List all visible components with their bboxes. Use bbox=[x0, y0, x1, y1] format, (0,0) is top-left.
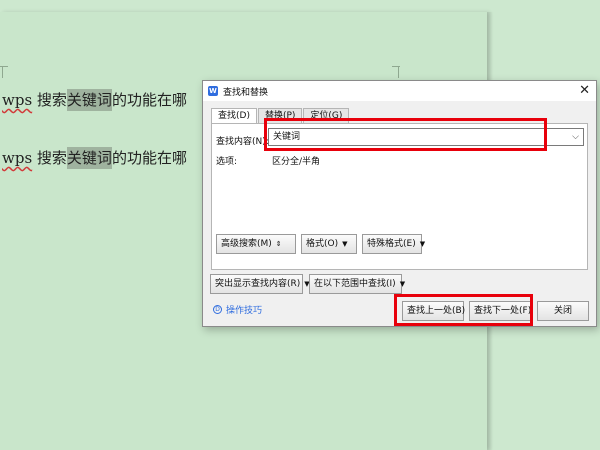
find-next-label: 查找下一处(F) bbox=[474, 306, 532, 316]
wps-logo-icon: W bbox=[208, 86, 218, 96]
tab-replace[interactable]: 替换(P) bbox=[257, 108, 303, 123]
caret-down-icon: ▼ bbox=[419, 240, 426, 248]
latin-word: wps bbox=[2, 149, 33, 167]
caret-down-icon: ▼ bbox=[342, 240, 348, 248]
text-before: 搜索 bbox=[32, 149, 67, 167]
highlighted-keyword: 关键词 bbox=[66, 89, 112, 111]
find-panel: 查找内容(N): 关键词 ⌵ 选项: 区分全/半角 高级搜索(M) ⇕ 格式(O)… bbox=[211, 123, 588, 270]
dialog-tabs: 查找(D) 替换(P) 定位(G) bbox=[211, 108, 350, 124]
find-replace-dialog: W 查找和替换 ✕ 查找(D) 替换(P) 定位(G) 查找内容(N): 关键词… bbox=[202, 80, 597, 327]
text-after: 的功能在哪 bbox=[111, 91, 187, 109]
document-line[interactable]: wps 搜索关键词的功能在哪 bbox=[2, 146, 187, 170]
search-scope-label: 在以下范围中查找(I) bbox=[314, 279, 396, 289]
expand-icon: ⇕ bbox=[275, 240, 282, 248]
special-format-label: 特殊格式(E) bbox=[367, 239, 416, 249]
dialog-titlebar[interactable]: W 查找和替换 bbox=[203, 81, 596, 101]
format-button[interactable]: 格式(O) ▼ bbox=[301, 234, 357, 254]
format-label: 格式(O) bbox=[306, 239, 339, 249]
latin-word: wps bbox=[2, 91, 33, 109]
close-button[interactable]: 关闭 bbox=[537, 301, 589, 321]
find-content-label: 查找内容(N): bbox=[216, 137, 269, 147]
close-icon[interactable]: ✕ bbox=[579, 84, 590, 97]
margin-mark bbox=[392, 66, 400, 67]
special-format-button[interactable]: 特殊格式(E) ▼ bbox=[362, 234, 426, 254]
close-label: 关闭 bbox=[553, 306, 572, 316]
text-before: 搜索 bbox=[32, 91, 67, 109]
options-label: 选项: bbox=[216, 157, 238, 167]
tip-icon: D bbox=[213, 305, 222, 314]
operation-tips-label: 操作技巧 bbox=[226, 306, 263, 316]
chevron-down-icon[interactable]: ⌵ bbox=[572, 129, 579, 145]
margin-mark bbox=[0, 66, 8, 67]
find-previous-button[interactable]: 查找上一处(B) bbox=[402, 301, 466, 321]
caret-down-icon: ▼ bbox=[399, 280, 406, 288]
highlighted-keyword: 关键词 bbox=[66, 147, 112, 169]
advanced-search-button[interactable]: 高级搜索(M) ⇕ bbox=[216, 234, 296, 254]
find-content-value: 关键词 bbox=[273, 132, 301, 142]
find-next-button[interactable]: 查找下一处(F) bbox=[469, 301, 531, 321]
highlight-found-button[interactable]: 突出显示查找内容(R) ▼ bbox=[210, 274, 310, 294]
document-line[interactable]: wps 搜索关键词的功能在哪 bbox=[2, 88, 187, 112]
tab-goto[interactable]: 定位(G) bbox=[303, 108, 350, 123]
advanced-search-label: 高级搜索(M) bbox=[221, 239, 272, 249]
highlight-found-label: 突出显示查找内容(R) bbox=[215, 279, 301, 289]
operation-tips-link[interactable]: D 操作技巧 bbox=[213, 303, 262, 316]
dialog-title: 查找和替换 bbox=[223, 87, 269, 98]
margin-mark bbox=[398, 66, 399, 78]
text-after: 的功能在哪 bbox=[111, 149, 187, 167]
find-previous-label: 查找上一处(B) bbox=[407, 306, 466, 316]
options-value: 区分全/半角 bbox=[272, 157, 321, 167]
search-scope-button[interactable]: 在以下范围中查找(I) ▼ bbox=[309, 274, 406, 294]
tab-find[interactable]: 查找(D) bbox=[211, 108, 257, 124]
find-content-input[interactable]: 关键词 ⌵ bbox=[268, 128, 584, 146]
margin-mark bbox=[2, 66, 3, 78]
